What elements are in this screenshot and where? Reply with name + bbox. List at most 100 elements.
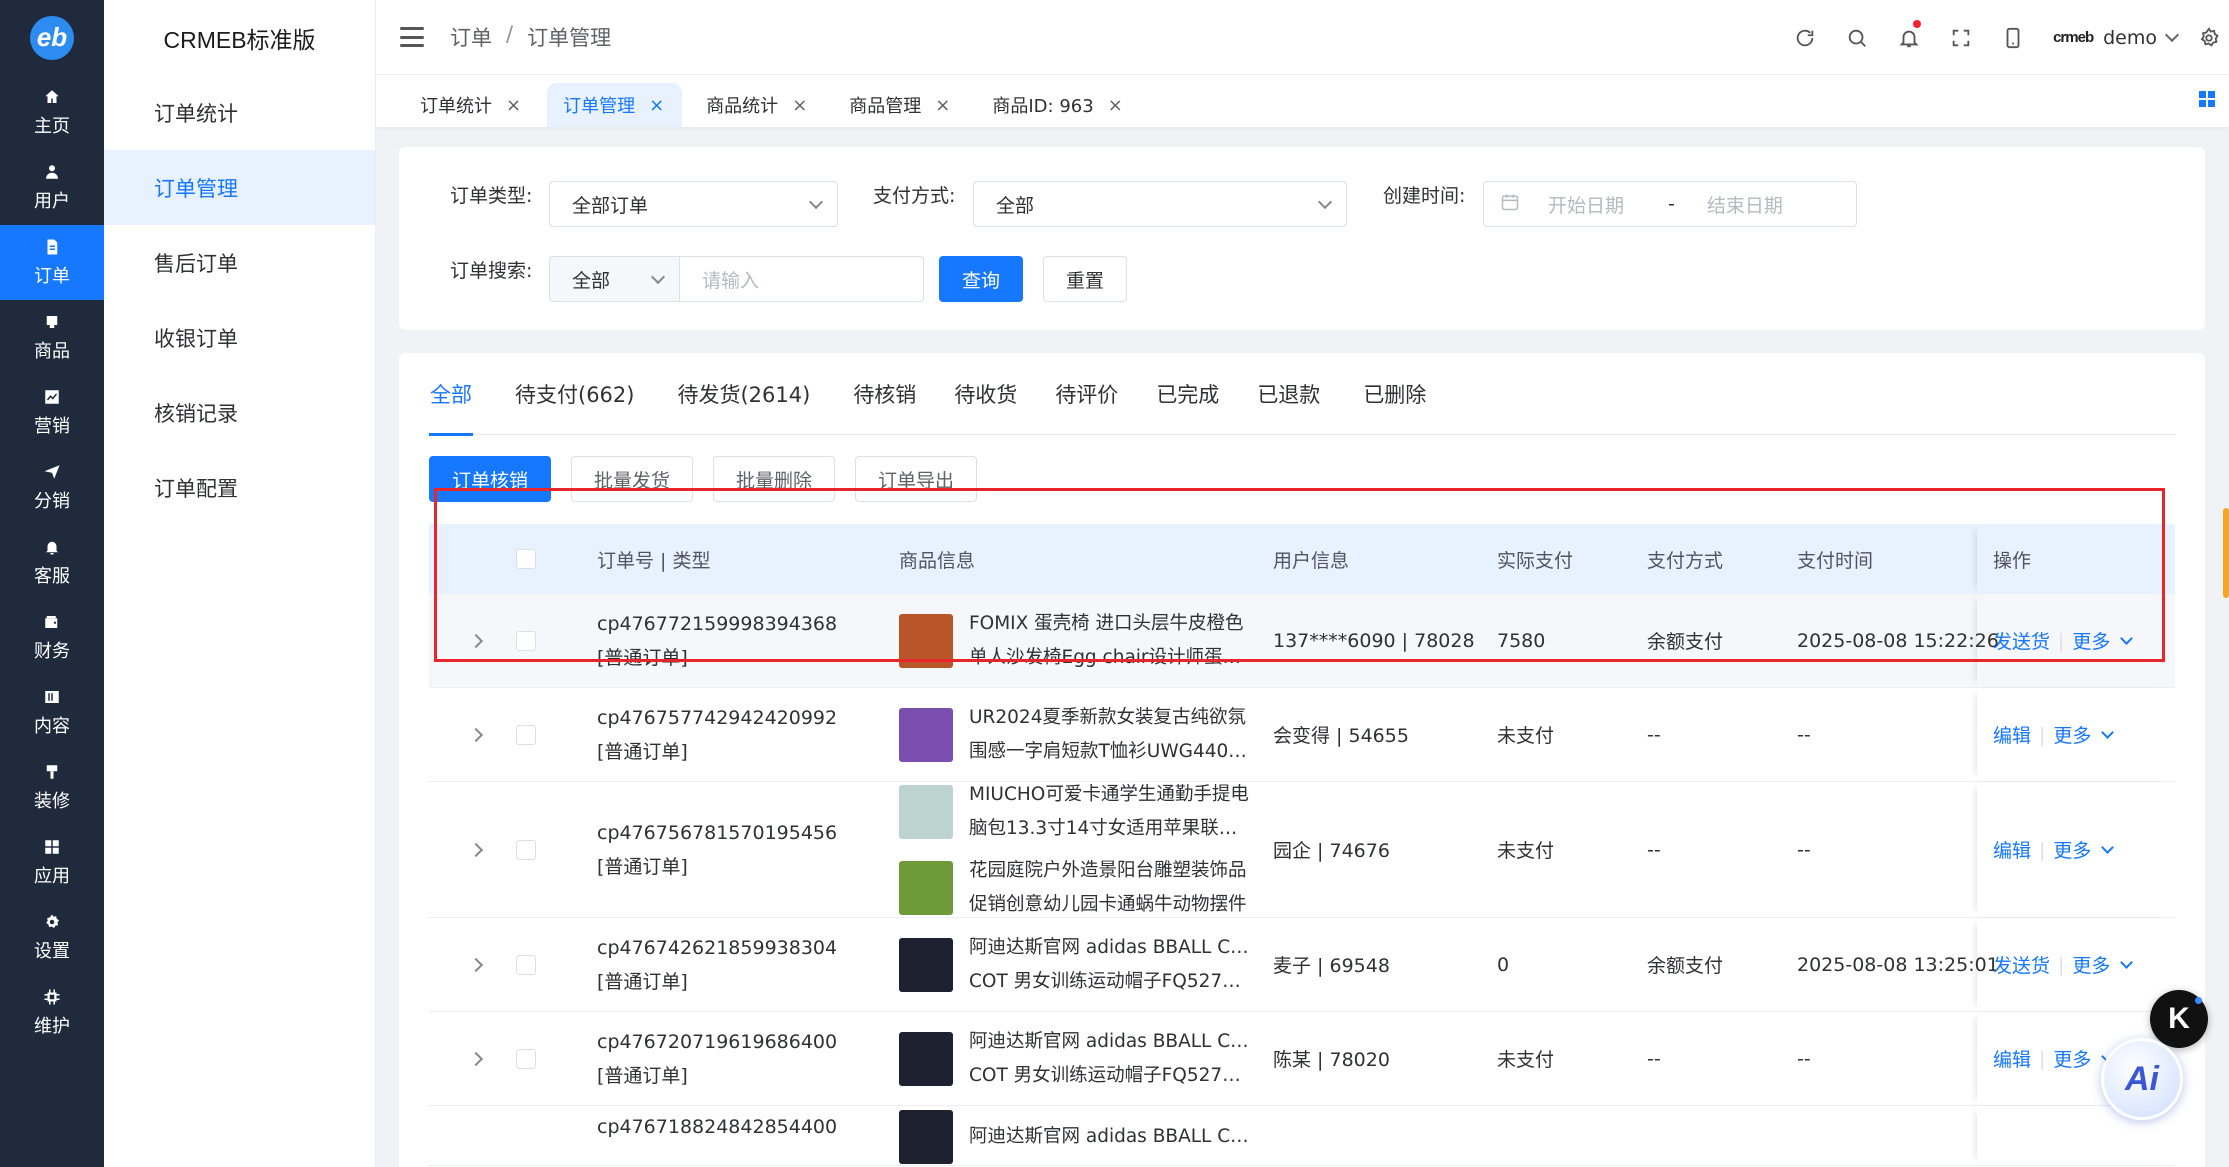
rail-item-apps[interactable]: 应用	[0, 825, 104, 900]
batch-delete-button[interactable]: 批量删除	[713, 456, 836, 502]
order-number[interactable]: cp476718824842854400	[597, 1110, 837, 1144]
scroll-indicator[interactable]	[2223, 508, 2229, 598]
order-number[interactable]: cp476720719619686400	[597, 1025, 837, 1059]
rail-item-home[interactable]: 主页	[0, 75, 104, 150]
verify-order-button[interactable]: 订单核销	[429, 456, 552, 502]
app-logo[interactable]: eb	[0, 0, 104, 75]
refresh-icon[interactable]	[1779, 0, 1831, 75]
row-primary-action[interactable]: 发送货	[1993, 951, 2050, 978]
goods-item[interactable]: MIUCHO可爱卡通学生通勤手提电 脑包13.3寸14寸女适用苹果联想…	[899, 778, 1249, 846]
order-number[interactable]: cp476772159998394368	[597, 607, 837, 641]
expand-row-icon[interactable]	[468, 633, 484, 648]
paid-amount: 7580	[1497, 629, 1546, 652]
goods-item[interactable]: FOMIX 蛋壳椅 进口头层牛皮橙色 单人沙发椅Egg chair设计师蛋椅…	[899, 607, 1249, 675]
row-checkbox[interactable]	[516, 630, 536, 651]
fullscreen-icon[interactable]	[1935, 0, 1987, 75]
order-type-select[interactable]: 全部订单	[549, 181, 838, 227]
row-more-menu[interactable]: 更多	[2072, 627, 2110, 654]
search-icon[interactable]	[1831, 0, 1883, 75]
page-tab[interactable]: 订单统计 ×	[404, 83, 539, 127]
status-tab[interactable]: 已删除	[1362, 353, 1427, 435]
start-date-input[interactable]: 开始日期	[1548, 191, 1624, 218]
row-primary-action[interactable]: 编辑	[1993, 836, 2031, 863]
status-tab[interactable]: 待发货(2614)	[676, 353, 811, 435]
close-icon[interactable]: ×	[1108, 95, 1123, 116]
rail-item-marketing[interactable]: 营销	[0, 375, 104, 450]
rail-item-send[interactable]: 分销	[0, 450, 104, 525]
status-tab[interactable]: 已退款	[1256, 353, 1321, 435]
expand-row-icon[interactable]	[468, 727, 484, 742]
page-tab[interactable]: 商品ID: 963 ×	[976, 83, 1140, 127]
expand-row-icon[interactable]	[468, 957, 484, 972]
expand-row-icon[interactable]	[468, 1051, 484, 1066]
row-primary-action[interactable]: 发送货	[1993, 627, 2050, 654]
page-tab[interactable]: 商品管理 ×	[833, 83, 968, 127]
row-more-menu[interactable]: 更多	[2053, 836, 2091, 863]
close-icon[interactable]: ×	[792, 95, 807, 116]
end-date-input[interactable]: 结束日期	[1707, 191, 1783, 218]
search-scope-select[interactable]: 全部	[549, 256, 680, 302]
status-tab[interactable]: 待收货	[953, 353, 1018, 435]
page-tab[interactable]: 商品统计 ×	[690, 83, 825, 127]
submenu-item[interactable]: 售后订单	[104, 225, 375, 300]
mobile-preview-icon[interactable]	[1987, 0, 2039, 75]
status-tab[interactable]: 待支付(662)	[514, 353, 635, 435]
pay-method-select[interactable]: 全部	[973, 181, 1347, 227]
submenu-item[interactable]: 订单统计	[104, 75, 375, 150]
breadcrumb-item[interactable]: 订单	[450, 22, 492, 52]
status-tab[interactable]: 已完成	[1155, 353, 1220, 435]
rail-item-bell[interactable]: 客服	[0, 525, 104, 600]
row-primary-action[interactable]: 编辑	[1993, 721, 2031, 748]
rail-item-brush[interactable]: 装修	[0, 750, 104, 825]
row-more-menu[interactable]: 更多	[2053, 721, 2091, 748]
settings-gear-icon[interactable]	[2189, 0, 2229, 75]
row-checkbox[interactable]	[516, 839, 536, 860]
ai-assistant-button[interactable]: Ai	[2101, 1038, 2183, 1120]
row-checkbox[interactable]	[516, 724, 536, 745]
close-icon[interactable]: ×	[506, 95, 521, 116]
batch-ship-button[interactable]: 批量发货	[571, 456, 694, 502]
select-all-checkbox[interactable]	[516, 549, 536, 569]
reset-button[interactable]: 重置	[1043, 256, 1127, 302]
rail-item-goods[interactable]: 商品	[0, 300, 104, 375]
rail-item-chip[interactable]: 维护	[0, 975, 104, 1050]
rail-item-content[interactable]: 内容	[0, 675, 104, 750]
rail-item-gear[interactable]: 设置	[0, 900, 104, 975]
submenu-item[interactable]: 订单配置	[104, 450, 375, 525]
order-search-input[interactable]: 请输入	[680, 256, 924, 302]
menu-toggle-icon[interactable]	[400, 27, 424, 47]
submenu-item[interactable]: 核销记录	[104, 375, 375, 450]
rail-item-order[interactable]: 订单	[0, 225, 104, 300]
user-menu[interactable]: crmeb demo	[2039, 0, 2189, 75]
goods-item[interactable]: UR2024夏季新款女装复古纯欲氛 围感一字肩短款T恤衫UWG4400…	[899, 701, 1249, 769]
submenu-item[interactable]: 订单管理	[104, 150, 375, 225]
row-more-menu[interactable]: 更多	[2053, 1045, 2091, 1072]
notification-bell-icon[interactable]	[1883, 0, 1935, 75]
row-checkbox[interactable]	[516, 1048, 536, 1069]
goods-item[interactable]: 阿迪达斯官网 adidas BBALL CAP COT 男女训练运动帽子FQ527…	[899, 1025, 1249, 1093]
status-tab[interactable]: 全部	[429, 353, 473, 436]
rail-item-wallet[interactable]: 财务	[0, 600, 104, 675]
goods-item[interactable]: 阿迪达斯官网 adidas BBALL CAP	[899, 1110, 1249, 1164]
row-checkbox[interactable]	[516, 954, 536, 975]
goods-item[interactable]: 阿迪达斯官网 adidas BBALL CAP COT 男女训练运动帽子FQ527…	[899, 931, 1249, 999]
export-orders-button[interactable]: 订单导出	[855, 456, 978, 502]
expand-row-icon[interactable]	[468, 842, 484, 857]
goods-item[interactable]: 花园庭院户外造景阳台雕塑装饰品 促销创意幼儿园卡通蜗牛动物摆件	[899, 854, 1249, 922]
k-assistant-button[interactable]: K	[2150, 990, 2208, 1048]
order-number[interactable]: cp476742621859938304	[597, 931, 837, 965]
date-range-picker[interactable]: 开始日期 - 结束日期	[1483, 181, 1857, 227]
rail-item-user[interactable]: 用户	[0, 150, 104, 225]
close-icon[interactable]: ×	[935, 95, 950, 116]
submenu-item[interactable]: 收银订单	[104, 300, 375, 375]
row-more-menu[interactable]: 更多	[2072, 951, 2110, 978]
close-icon[interactable]: ×	[649, 95, 664, 116]
page-tab[interactable]: 订单管理 ×	[547, 83, 683, 127]
query-button[interactable]: 查询	[939, 256, 1023, 302]
status-tab[interactable]: 待评价	[1054, 353, 1119, 435]
tabs-menu-icon[interactable]	[2199, 91, 2215, 107]
row-primary-action[interactable]: 编辑	[1993, 1045, 2031, 1072]
order-number[interactable]: cp476757742942420992	[597, 701, 837, 735]
order-number[interactable]: cp476756781570195456	[597, 816, 837, 850]
status-tab[interactable]: 待核销	[852, 353, 917, 435]
